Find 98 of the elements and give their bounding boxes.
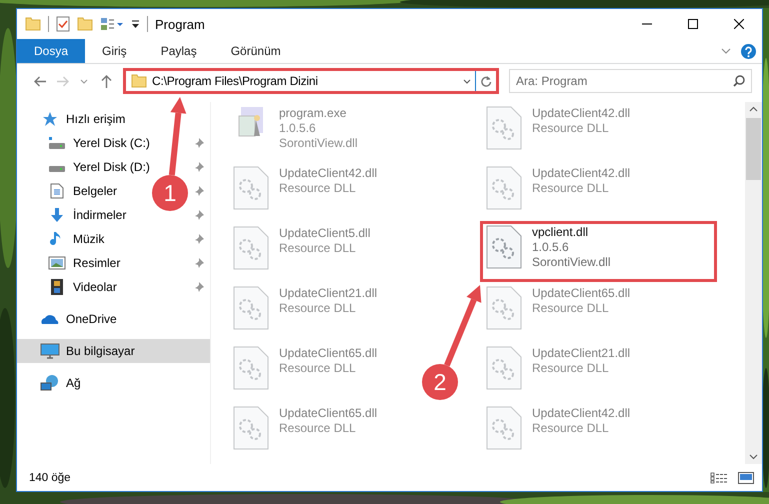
gears-file-icon bbox=[233, 346, 269, 390]
ribbon-tab[interactable]: Giriş bbox=[85, 39, 144, 63]
scroll-thumb[interactable] bbox=[746, 118, 761, 180]
image-icon bbox=[47, 256, 67, 270]
file-item[interactable]: UpdateClient65.dll Resource DLL bbox=[227, 402, 384, 454]
address-bar[interactable]: C:\Program Files\Program Dizini bbox=[123, 68, 499, 94]
gears-file-icon bbox=[233, 226, 269, 270]
address-path: C:\Program Files\Program Dizini bbox=[152, 74, 318, 88]
sidebar-item[interactable]: Belgeler bbox=[73, 184, 118, 198]
file-item[interactable]: UpdateClient21.dll Resource DLL bbox=[227, 282, 384, 334]
gears-file-icon bbox=[486, 106, 522, 150]
large-icons-view-icon[interactable] bbox=[738, 472, 754, 484]
file-detail: Resource DLL bbox=[532, 181, 609, 196]
file-detail: 1.0.5.6 bbox=[279, 121, 316, 136]
close-icon bbox=[734, 19, 744, 29]
file-item[interactable]: UpdateClient65.dll Resource DLL bbox=[480, 282, 636, 334]
gears-file-icon bbox=[233, 286, 269, 330]
file-item[interactable]: vpclient.dll 1.0.5.6 SorontiView.dll bbox=[480, 221, 717, 282]
sidebar-item[interactable]: OneDrive bbox=[66, 312, 117, 326]
file-name: UpdateClient42.dll bbox=[532, 106, 630, 121]
cloud-icon bbox=[40, 313, 60, 325]
file-detail: Resource DLL bbox=[532, 421, 609, 436]
gears-file-icon bbox=[233, 166, 269, 210]
file-name: UpdateClient65.dll bbox=[279, 346, 378, 361]
sidebar-item[interactable]: Bu bilgisayar bbox=[17, 339, 210, 363]
sidebar-item[interactable]: Hızlı erişim bbox=[66, 112, 126, 126]
sidebar-item[interactable]: Ağ bbox=[66, 376, 81, 390]
step-badge bbox=[422, 364, 458, 400]
gears-file-icon bbox=[233, 406, 269, 450]
folder-icon bbox=[131, 74, 147, 88]
scrollbar[interactable] bbox=[745, 102, 762, 464]
sidebar-item[interactable]: İndirmeler bbox=[73, 208, 126, 222]
chevron-down-icon[interactable] bbox=[721, 48, 731, 54]
pin-icon[interactable] bbox=[194, 210, 204, 220]
file-detail: Resource DLL bbox=[532, 301, 609, 316]
sidebar-item[interactable]: Yerel Disk (D:) bbox=[73, 160, 150, 174]
pin-icon[interactable] bbox=[194, 234, 204, 244]
pin-icon[interactable] bbox=[194, 186, 204, 196]
gears-file-icon bbox=[486, 346, 522, 390]
step-number: 2 bbox=[434, 369, 446, 395]
pin-icon[interactable] bbox=[194, 258, 204, 268]
file-detail: Resource DLL bbox=[279, 181, 356, 196]
item-count: 140 öğe bbox=[29, 472, 72, 484]
file-name: program.exe bbox=[279, 106, 346, 121]
search-field[interactable]: Ara: Program bbox=[509, 69, 752, 93]
file-item[interactable]: UpdateClient21.dll Resource DLL bbox=[480, 342, 636, 394]
file-item[interactable]: UpdateClient42.dll Resource DLL bbox=[480, 402, 636, 454]
gears-file-icon bbox=[486, 286, 522, 330]
file-detail: Resource DLL bbox=[532, 121, 609, 136]
file-item[interactable]: program.exe 1.0.5.6 SorontiView.dll bbox=[227, 102, 364, 154]
gears-file-icon bbox=[486, 166, 522, 210]
file-detail: SorontiView.dll bbox=[279, 136, 358, 151]
file-name: UpdateClient42.dll bbox=[532, 166, 630, 181]
file-name: UpdateClient42.dll bbox=[279, 166, 378, 181]
file-detail: Resource DLL bbox=[279, 301, 356, 316]
maximize-icon bbox=[688, 19, 698, 29]
window-title: Program bbox=[155, 16, 206, 32]
file-detail: Resource DLL bbox=[532, 361, 609, 376]
sidebar-item[interactable]: Resimler bbox=[73, 256, 120, 270]
file-detail: Resource DLL bbox=[279, 361, 356, 376]
computer-icon bbox=[40, 343, 60, 359]
pin-icon[interactable] bbox=[194, 162, 204, 172]
file-name: UpdateClient65.dll bbox=[532, 286, 630, 301]
file-name: UpdateClient5.dll bbox=[279, 226, 370, 241]
file-item[interactable]: UpdateClient65.dll Resource DLL bbox=[227, 342, 384, 394]
file-name: UpdateClient42.dll bbox=[532, 406, 630, 421]
file-item[interactable]: UpdateClient42.dll Resource DLL bbox=[480, 162, 636, 214]
customize-toolbar-icon[interactable] bbox=[131, 19, 140, 29]
file-detail: Resource DLL bbox=[279, 241, 356, 256]
sidebar-item[interactable]: Müzik bbox=[73, 232, 104, 246]
checklist-icon[interactable] bbox=[56, 16, 70, 32]
file-detail: SorontiView.dll bbox=[532, 255, 610, 270]
search-icon[interactable] bbox=[733, 75, 745, 87]
pin-icon[interactable] bbox=[194, 282, 204, 292]
ribbon-tab[interactable]: Paylaş bbox=[144, 39, 214, 63]
file-item[interactable]: UpdateClient42.dll Resource DLL bbox=[480, 102, 636, 154]
step-badge bbox=[152, 175, 188, 211]
step-number: 1 bbox=[164, 180, 176, 206]
ribbon-tab[interactable]: Dosya bbox=[17, 39, 86, 63]
help-icon[interactable] bbox=[741, 44, 756, 58]
file-detail: Resource DLL bbox=[279, 421, 356, 436]
file-detail: 1.0.5.6 bbox=[532, 240, 569, 255]
details-view-icon[interactable] bbox=[710, 472, 728, 484]
network-icon bbox=[40, 374, 60, 392]
ribbon-tab[interactable]: Görünüm bbox=[214, 39, 298, 63]
gears-file-icon bbox=[486, 225, 522, 269]
file-name: UpdateClient65.dll bbox=[279, 406, 378, 421]
gears-file-icon bbox=[486, 406, 522, 450]
sidebar-item[interactable]: Videolar bbox=[73, 280, 117, 294]
file-item[interactable]: UpdateClient5.dll Resource DLL bbox=[227, 222, 376, 274]
file-name: vpclient.dll bbox=[532, 225, 588, 240]
system-drive-icon bbox=[47, 136, 67, 150]
pin-icon[interactable] bbox=[194, 138, 204, 148]
view-options-icon[interactable] bbox=[100, 16, 124, 32]
file-item[interactable]: UpdateClient42.dll Resource DLL bbox=[227, 162, 384, 214]
file-name: UpdateClient21.dll bbox=[532, 346, 630, 361]
sidebar-item[interactable]: Yerel Disk (C:) bbox=[73, 136, 150, 150]
file-name: UpdateClient21.dll bbox=[279, 286, 378, 301]
